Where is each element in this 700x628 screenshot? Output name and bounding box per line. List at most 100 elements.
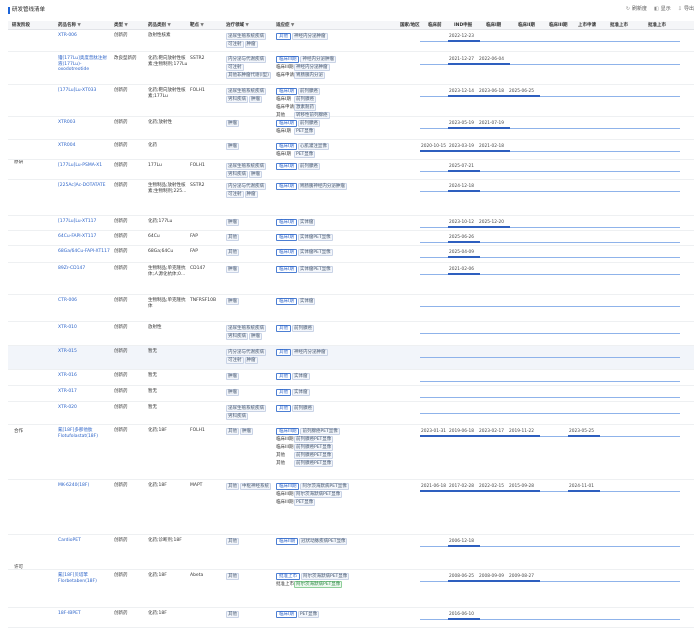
- drug-name-link[interactable]: 64Cu-FAPI-XT117: [58, 234, 110, 240]
- timeline-bar: [448, 150, 480, 152]
- table-row[interactable]: XTR-016 创新药 暂无 肿瘤 其他 实体瘤: [8, 370, 694, 386]
- drug-name-link[interactable]: MK-6240(18F): [58, 483, 110, 489]
- stage-label[interactable]: 临床I期: [276, 163, 297, 170]
- stage-badge[interactable]: 其他: [276, 389, 291, 396]
- drug-name-link[interactable]: [225Ac]Ac-DOTATATE: [58, 183, 110, 189]
- table-row[interactable]: XTR-015 创新药 暂无 内分泌与代谢疾病可注射 肿瘤 其他 神经内分泌肿瘤: [8, 346, 694, 370]
- drug-name-link[interactable]: XTR003: [58, 120, 110, 126]
- stage-badge[interactable]: 其他: [276, 33, 291, 40]
- stage-label[interactable]: 临床II期: [276, 538, 299, 545]
- table-row[interactable]: XTR-020 创新药 暂无 泌尿生殖系统疾病男科疾病 其他 前列腺癌: [8, 402, 694, 425]
- filter-icon[interactable]: ▼: [123, 23, 127, 28]
- table-row[interactable]: MK-6240(18F) 创新药 化药;18F MAPT 其他 中枢神经系统 临床III期阿…: [8, 480, 694, 535]
- indications: 临床I期 PET显像: [276, 611, 398, 619]
- drug-type: 创新药: [114, 483, 128, 488]
- table-row[interactable]: 64Cu-FAPI-XT117 创新药 64Cu FAP 其他 临床I期 实体瘤PET显像 2…: [8, 231, 694, 246]
- table-row[interactable]: [177Lu]Lu-PSMA-X1 创新药 177Lu FOLH1 泌尿生殖系统疾病男科…: [8, 160, 694, 180]
- drug-name-link[interactable]: XTR-017: [58, 389, 110, 395]
- column-header[interactable]: 临床III期: [549, 23, 568, 29]
- drug-name-link[interactable]: [177Lu]Lu-PSMA-X1: [58, 163, 110, 169]
- table-row[interactable]: 氟[18F]贝塔苯 Florbetaben(18F) 创新药 化药;18F Abeta…: [8, 570, 694, 608]
- column-header[interactable]: 临床前: [428, 23, 442, 29]
- table-row[interactable]: 氟[18F]多那他肽 Flotufolastat(18F) 创新药 化药;18F FO…: [8, 425, 694, 480]
- column-header[interactable]: 药品类别 ▼: [148, 23, 171, 29]
- stage-label[interactable]: 临床III期: [276, 56, 300, 63]
- drug-name-link[interactable]: 镥[177Lu]奥度普肽注射液(177Lu)-oxodotreotide: [58, 56, 110, 73]
- table-row[interactable]: XTR-017 创新药 暂无 肿瘤 其他 实体瘤: [8, 386, 694, 402]
- stage-label[interactable]: 临床I期: [276, 298, 297, 305]
- drug-name-link[interactable]: 氟[18F]贝塔苯 Florbetaben(18F): [58, 573, 110, 584]
- table-row[interactable]: XTR003 创新药 化药;放射性 肿瘤 临床I期 前列腺癌 临床I期 PET显像 2023-0…: [8, 117, 694, 140]
- drug-name-link[interactable]: 89Zr-CD147: [58, 266, 110, 272]
- refresh-button[interactable]: ↻ 刷新度: [626, 6, 647, 12]
- stage-label[interactable]: 临床I期: [276, 183, 297, 190]
- column-header[interactable]: 靶点 ▼: [190, 23, 204, 29]
- column-header[interactable]: 批准上市: [648, 23, 666, 29]
- column-header[interactable]: IND申报: [454, 23, 472, 29]
- drug-name-link[interactable]: [177Lu]Lu-XT117: [58, 219, 110, 225]
- column-header[interactable]: 治疗领域 ▼: [226, 23, 249, 29]
- stage-badge[interactable]: 其他: [276, 349, 291, 356]
- table-row[interactable]: XTR-006 创新药 放射性核素 泌尿生殖系统疾病可注射 肿瘤 其他 神经内分泌肿瘤 202…: [8, 30, 694, 52]
- stage-label[interactable]: 临床I期: [276, 88, 297, 95]
- table-row[interactable]: 镥[177Lu]奥度普肽注射液(177Lu)-oxodotreotide 改良型新…: [8, 53, 694, 85]
- drug-name-link[interactable]: XTR-010: [58, 325, 110, 331]
- column-header[interactable]: 药品名称 ▼: [58, 23, 81, 29]
- therapeutic-areas: 泌尿生殖系统疾病可注射 肿瘤: [226, 33, 274, 49]
- stage-label[interactable]: 临床I期: [276, 234, 297, 241]
- stage-label[interactable]: 临床III期: [276, 428, 300, 435]
- table-row[interactable]: [177Lu]Lu-XT117 创新药 化药;177Lu 肿瘤 临床I期 实体瘤 2023-…: [8, 216, 694, 231]
- column-header[interactable]: 批准上市: [610, 23, 628, 29]
- stage-badge[interactable]: 其他: [276, 325, 291, 332]
- display-button[interactable]: ◧ 显示: [654, 6, 671, 12]
- filter-icon[interactable]: ▼: [76, 23, 80, 28]
- stage-label[interactable]: 临床I期: [276, 219, 297, 226]
- column-header[interactable]: 临床II期: [518, 23, 535, 29]
- page-title: 研发管线清单: [12, 7, 46, 13]
- stage-label[interactable]: 临床I期: [276, 249, 297, 256]
- column-header[interactable]: 适应症 ▼: [276, 23, 294, 29]
- stage-label[interactable]: 临床I期: [276, 611, 297, 618]
- drug-name-link[interactable]: [177Lu]Lu-XT033: [58, 88, 110, 94]
- table-row[interactable]: 18F-IBPET 创新药 化药;18F 其他 临床I期 PET显像 2016-06-10: [8, 608, 694, 628]
- drug-name-link[interactable]: XTR-016: [58, 373, 110, 379]
- export-button[interactable]: ⇩ 导出: [678, 6, 694, 12]
- timeline-track: [420, 306, 680, 307]
- drug-name-link[interactable]: XTR-006: [58, 33, 110, 39]
- drug-name-link[interactable]: CTR-006: [58, 298, 110, 304]
- column-header[interactable]: 类型 ▼: [114, 23, 128, 29]
- table-row[interactable]: 68Ga/64Cu-FAPI-XT117 创新药 68Ga;64Cu FAP 其他 临床I…: [8, 246, 694, 263]
- filter-icon[interactable]: ▼: [244, 23, 248, 28]
- column-header[interactable]: 国家/地区: [400, 23, 420, 29]
- table-row[interactable]: XTR-010 创新药 放射性 泌尿生殖系统疾病男科疾病 肿瘤 其他 前列腺癌: [8, 322, 694, 346]
- therapeutic-areas: 肿瘤: [226, 389, 274, 397]
- column-header[interactable]: 临床I期: [486, 23, 501, 29]
- filter-icon[interactable]: ▼: [199, 23, 203, 28]
- drug-name-link[interactable]: 氟[18F]多那他肽 Flotufolastat(18F): [58, 428, 110, 439]
- stage-label[interactable]: 临床I期: [276, 266, 297, 273]
- table-row[interactable]: CardioPET 创新药 化药;诊断剂;18F 其他 临床II期 冠状动脉疾病PET显像…: [8, 535, 694, 570]
- filter-icon[interactable]: ▼: [166, 23, 170, 28]
- drug-target: FAP: [190, 249, 198, 254]
- drug-name-link[interactable]: 68Ga/64Cu-FAPI-XT117: [58, 249, 110, 255]
- table-row[interactable]: 89Zr-CD147 创新药 生物制品;单克隆抗体;人源化抗体;0... CD147 肿…: [8, 263, 694, 295]
- drug-name-link[interactable]: 18F-IBPET: [58, 611, 110, 617]
- table-row[interactable]: CTR-006 创新药 生物制品;单克隆抗体 TNFRSF10B 肿瘤 临床I期 实体瘤: [8, 295, 694, 322]
- stage-label[interactable]: 批准上市: [276, 573, 300, 580]
- timeline-bar: [448, 580, 480, 582]
- drug-name-link[interactable]: XTR-015: [58, 349, 110, 355]
- stage-label[interactable]: 临床III期: [276, 483, 300, 490]
- stage-label[interactable]: 临床I期: [276, 120, 297, 127]
- filter-icon[interactable]: ▼: [290, 23, 294, 28]
- stage-badge[interactable]: 其他: [276, 373, 291, 380]
- column-header[interactable]: 研发阶段: [12, 23, 30, 29]
- column-header[interactable]: 上市申请: [578, 23, 596, 29]
- table-row[interactable]: [225Ac]Ac-DOTATATE 创新药 生物制品;放射性核素;生物制剂;225…: [8, 180, 694, 216]
- stage-label[interactable]: 临床I期: [276, 143, 297, 150]
- drug-name-link[interactable]: XTR004: [58, 143, 110, 149]
- drug-name-link[interactable]: XTR-020: [58, 405, 110, 411]
- table-row[interactable]: XTR004 创新药 化药 肿瘤 临床I期 心肌灌注显像 临床I期 PET显像 2020-10-…: [8, 140, 694, 160]
- drug-name-link[interactable]: CardioPET: [58, 538, 110, 544]
- stage-badge[interactable]: 其他: [276, 405, 291, 412]
- table-row[interactable]: [177Lu]Lu-XT033 创新药 化药;靶向放射性核素;177Lu FOLH1 泌…: [8, 85, 694, 119]
